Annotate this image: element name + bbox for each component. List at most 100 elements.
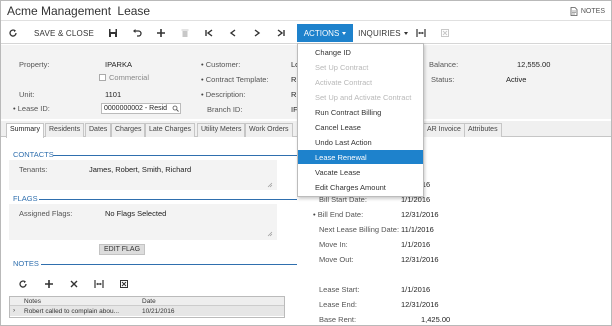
menu-item-run-contract-billing[interactable]: Run Contract Billing bbox=[298, 105, 423, 119]
menu-item-edit-charges-amount[interactable]: Edit Charges Amount bbox=[298, 180, 423, 194]
notes-add-button[interactable] bbox=[43, 277, 55, 291]
menu-item-lease-renewal[interactable]: Lease Renewal bbox=[298, 150, 423, 165]
fit-columns-button[interactable] bbox=[415, 26, 427, 40]
lease-start-value[interactable]: 1/1/2016 bbox=[401, 285, 430, 294]
base-rent-value[interactable]: 1,425.00 bbox=[421, 315, 450, 324]
first-icon bbox=[205, 29, 213, 37]
undo-button[interactable] bbox=[131, 26, 143, 40]
lease-id-value: 0000000002 - Resid bbox=[104, 105, 168, 112]
unit-value[interactable]: 1101 bbox=[105, 90, 121, 99]
flags-heading: FLAGS bbox=[13, 194, 38, 203]
notes-fit-columns-button[interactable] bbox=[93, 277, 105, 291]
contract-template-value[interactable]: R bbox=[291, 75, 296, 84]
property-label: Property: bbox=[19, 60, 50, 69]
contract-template-label: • Contract Template: bbox=[201, 75, 269, 84]
save-button[interactable] bbox=[107, 26, 119, 40]
next-record-button[interactable] bbox=[251, 26, 263, 40]
inquiries-menu-button[interactable]: INQUIRIES bbox=[357, 26, 409, 40]
menu-item-cancel-lease[interactable]: Cancel Lease bbox=[298, 120, 423, 134]
menu-item-activate-contract[interactable]: Activate Contract bbox=[298, 75, 423, 89]
next-billing-label: Next Lease Billing Date: bbox=[319, 225, 400, 234]
tenants-label: Tenants: bbox=[19, 165, 48, 174]
menu-item-set-up-contract[interactable]: Set Up Contract bbox=[298, 60, 423, 74]
fit-width-icon bbox=[416, 29, 426, 37]
edit-flag-button[interactable]: EDIT FLAG bbox=[99, 244, 145, 255]
lease-id-label: • Lease ID: bbox=[13, 104, 50, 113]
note-date: 10/21/2016 bbox=[142, 307, 175, 315]
balance-value: 12,555.00 bbox=[517, 60, 551, 69]
contacts-heading: CONTACTS bbox=[13, 150, 54, 159]
previous-record-button[interactable] bbox=[227, 26, 239, 40]
excel-icon bbox=[120, 280, 128, 288]
inquiries-label: INQUIRIES bbox=[358, 28, 401, 38]
notes-link[interactable]: NOTES bbox=[570, 7, 605, 16]
lease-end-value[interactable]: 12/31/2016 bbox=[401, 300, 439, 309]
search-icon[interactable] bbox=[172, 105, 179, 112]
assigned-flags-value: No Flags Selected bbox=[105, 209, 167, 218]
table-row[interactable]: › Robert called to complain abou... 10/2… bbox=[10, 306, 284, 316]
refresh-icon bbox=[19, 280, 27, 288]
resize-grip-icon[interactable] bbox=[267, 231, 273, 237]
column-header-notes[interactable]: Notes bbox=[24, 298, 41, 305]
contacts-divider bbox=[53, 155, 297, 156]
chevron-left-icon bbox=[229, 29, 236, 37]
tab-utility-meters[interactable]: Utility Meters bbox=[197, 123, 246, 137]
row-pointer-icon: › bbox=[13, 307, 16, 314]
save-close-button[interactable]: SAVE & CLOSE bbox=[33, 26, 95, 40]
menu-item-set-up-and-activate-contract[interactable]: Set Up and Activate Contract bbox=[298, 90, 423, 104]
refresh-button[interactable] bbox=[7, 26, 19, 40]
notes-export-button[interactable] bbox=[118, 277, 130, 291]
plus-icon bbox=[45, 280, 53, 288]
notes-grid: Notes Date › Robert called to complain a… bbox=[9, 296, 285, 318]
first-record-button[interactable] bbox=[203, 26, 215, 40]
lease-window: Acme Management Lease NOTES SAVE & CLOSE bbox=[0, 0, 612, 326]
last-record-button[interactable] bbox=[275, 26, 287, 40]
notes-delete-button[interactable] bbox=[68, 277, 80, 291]
actions-label: ACTIONS bbox=[303, 28, 340, 38]
lease-id-field[interactable]: 0000000002 - Resid bbox=[101, 103, 181, 114]
tab-attributes[interactable]: Attributes bbox=[464, 123, 502, 137]
bill-end-value[interactable]: 12/31/2016 bbox=[401, 210, 439, 219]
caret-down-icon bbox=[342, 31, 347, 35]
commercial-checkbox[interactable] bbox=[99, 74, 106, 81]
tenants-value[interactable]: James, Robert, Smith, Richard bbox=[89, 165, 191, 174]
tab-residents[interactable]: Residents bbox=[45, 123, 85, 137]
move-out-value[interactable]: 12/31/2016 bbox=[401, 255, 439, 264]
description-value[interactable]: R bbox=[291, 90, 296, 99]
screen-name: Lease bbox=[117, 4, 151, 18]
menu-item-undo-last-action[interactable]: Undo Last Action bbox=[298, 135, 423, 149]
company-name: Acme Management bbox=[7, 4, 112, 18]
notes-refresh-button[interactable] bbox=[17, 277, 29, 291]
tab-dates[interactable]: Dates bbox=[85, 123, 112, 137]
caret-down-icon bbox=[403, 31, 408, 35]
next-billing-value[interactable]: 11/1/2016 bbox=[401, 225, 434, 234]
add-button[interactable] bbox=[155, 26, 167, 40]
tab-ar-invoice[interactable]: AR Invoice bbox=[423, 123, 465, 137]
tab-work-orders[interactable]: Work Orders bbox=[245, 123, 293, 137]
export-button[interactable] bbox=[439, 26, 451, 40]
status-value[interactable]: Active bbox=[506, 75, 526, 84]
toolbar: SAVE & CLOSE ACTIONS INQUIRIES bbox=[1, 22, 611, 44]
save-icon bbox=[109, 29, 117, 37]
trash-icon bbox=[181, 29, 189, 37]
move-in-value[interactable]: 1/1/2016 bbox=[401, 240, 430, 249]
assigned-flags-label: Assigned Flags: bbox=[19, 209, 73, 218]
resize-grip-icon[interactable] bbox=[267, 182, 273, 188]
bill-end-label: • Bill End Date: bbox=[313, 210, 364, 219]
plus-icon bbox=[157, 29, 165, 37]
actions-menu-button[interactable]: ACTIONS bbox=[297, 24, 353, 42]
balance-label: Balance: bbox=[429, 60, 459, 69]
menu-item-vacate-lease[interactable]: Vacate Lease bbox=[298, 165, 423, 179]
fit-width-icon bbox=[94, 280, 104, 288]
tab-summary[interactable]: Summary bbox=[6, 123, 44, 138]
delete-button[interactable] bbox=[179, 26, 191, 40]
move-out-label: Move Out: bbox=[319, 255, 354, 264]
notes-heading: NOTES bbox=[13, 259, 39, 268]
page-title: Acme Management Lease bbox=[7, 4, 150, 18]
note-text: Robert called to complain abou... bbox=[24, 307, 120, 315]
tab-late-charges[interactable]: Late Charges bbox=[145, 123, 196, 137]
tab-charges[interactable]: Charges bbox=[111, 123, 146, 137]
property-value[interactable]: IPARKA bbox=[105, 60, 132, 69]
column-header-date[interactable]: Date bbox=[142, 298, 156, 305]
menu-item-change-id[interactable]: Change ID bbox=[298, 45, 423, 59]
